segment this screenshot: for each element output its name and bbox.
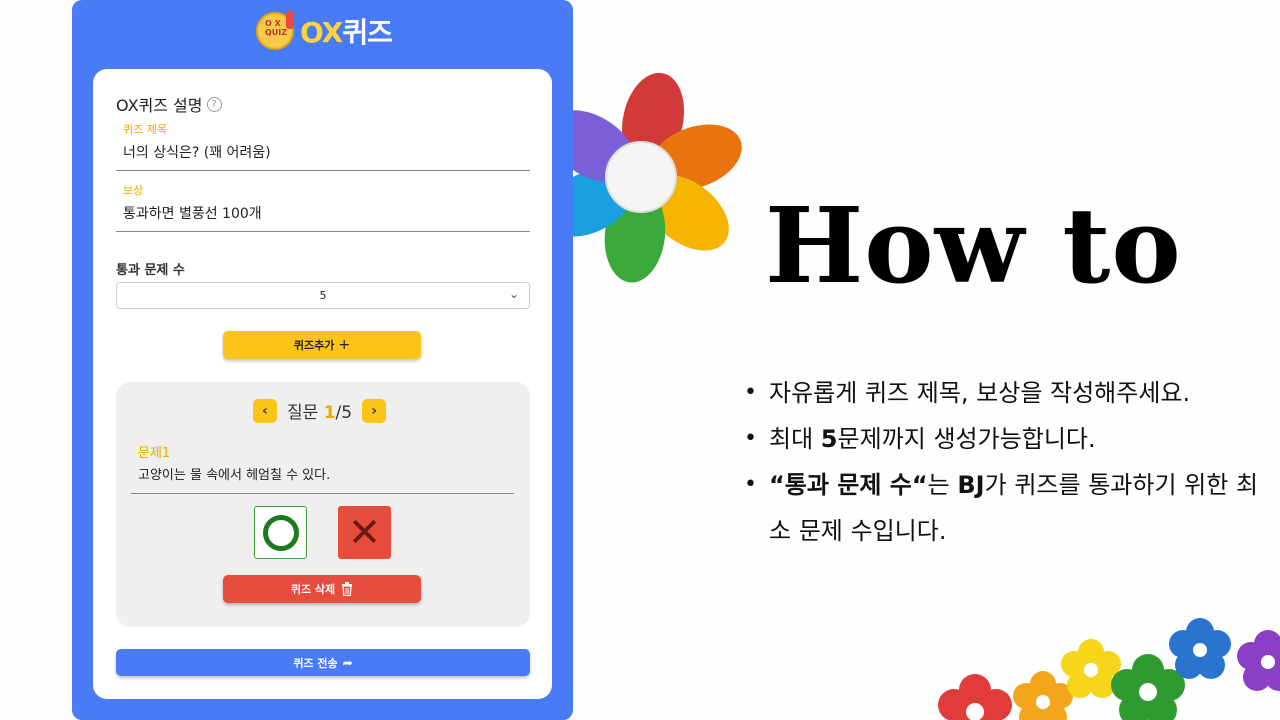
instruction-item: 자유롭게 퀴즈 제목, 보상을 작성해주세요. xyxy=(742,370,1262,416)
quiz-form-card: OX퀴즈 설명 ? 퀴즈 제목 너의 상식은? (꽤 어려움) 보상 통과하면 … xyxy=(93,69,552,699)
small-flower-green xyxy=(1111,654,1185,720)
x-mark-icon: ✕ xyxy=(347,509,382,556)
instruction-text: 문제까지 생성가능합니다. xyxy=(837,425,1096,453)
instruction-list: 자유롭게 퀴즈 제목, 보상을 작성해주세요. 최대 5문제까지 생성가능합니다… xyxy=(742,370,1262,554)
quiz-title-label: 퀴즈 제목 xyxy=(123,123,167,136)
chevron-right-icon[interactable]: › xyxy=(362,398,387,423)
quiz-badge-icon: O X QUIZ xyxy=(256,11,294,50)
question-counter: 질문 1/5 xyxy=(287,403,353,423)
app-title: OX퀴즈 xyxy=(300,16,393,49)
page-heading: How to xyxy=(765,184,1182,307)
chevron-down-icon: ⌄ xyxy=(508,287,519,301)
instruction-text: 는 xyxy=(927,471,958,499)
quiz-title-field[interactable]: 퀴즈 제목 너의 상식은? (꽤 어려움) xyxy=(116,121,530,171)
question-navigator: ‹ 질문 1/5 › xyxy=(253,398,387,423)
app-logo: O X QUIZ OX퀴즈 xyxy=(256,10,393,52)
app-panel: O X QUIZ OX퀴즈 OX퀴즈 설명 ? 퀴즈 제목 너의 상식은? (꽤… xyxy=(72,0,573,720)
answer-x-button[interactable]: ✕ xyxy=(338,506,391,559)
delete-quiz-button[interactable]: 퀴즈 삭제 xyxy=(223,575,421,603)
question-editor: ‹ 질문 1/5 › 문제1 고양이는 물 속에서 헤엄칠 수 있다. ✕ 퀴즈… xyxy=(116,382,530,627)
instruction-text: “통과 문제 수“ xyxy=(769,471,928,499)
small-flower-yellow xyxy=(1061,639,1121,698)
instruction-text: 5 xyxy=(820,425,838,453)
instruction-text: 최대 xyxy=(769,425,821,453)
question-field[interactable]: 문제1 고양이는 물 속에서 헤엄칠 수 있다. xyxy=(131,442,514,494)
quiz-title-input[interactable]: 너의 상식은? (꽤 어려움) xyxy=(123,142,530,162)
pass-count-label: 통과 문제 수 xyxy=(116,263,185,278)
small-flower-orange xyxy=(1013,671,1073,720)
small-flower-purple xyxy=(1237,630,1280,691)
small-flower-red xyxy=(938,674,1012,720)
instruction-text: BJ xyxy=(957,471,985,499)
question-input[interactable]: 고양이는 물 속에서 헤엄칠 수 있다. xyxy=(138,464,514,483)
pass-count-value: 5 xyxy=(319,289,327,302)
small-flower-blue xyxy=(1169,618,1231,679)
add-quiz-button[interactable]: 퀴즈추가 + xyxy=(223,331,421,359)
reward-field[interactable]: 보상 통과하면 별풍선 100개 xyxy=(116,182,530,232)
pass-count-select[interactable]: 5 ⌄ xyxy=(116,282,530,309)
reward-label: 보상 xyxy=(123,184,144,197)
answer-o-button[interactable] xyxy=(254,506,307,559)
plus-icon: + xyxy=(338,337,351,353)
slide: O X QUIZ OX퀴즈 OX퀴즈 설명 ? 퀴즈 제목 너의 상식은? (꽤… xyxy=(0,0,1280,720)
chevron-left-icon[interactable]: ‹ xyxy=(253,398,277,423)
share-arrow-icon: ➦ xyxy=(342,655,353,670)
instruction-text: 자유롭게 퀴즈 제목, 보상을 작성해주세요. xyxy=(769,379,1191,407)
instruction-item: 최대 5문제까지 생성가능합니다. xyxy=(742,416,1262,462)
reward-input[interactable]: 통과하면 별풍선 100개 xyxy=(123,203,530,223)
o-mark-icon xyxy=(262,514,299,551)
trash-icon xyxy=(342,582,353,596)
section-title: OX퀴즈 설명 ? xyxy=(116,92,222,116)
question-label: 문제1 xyxy=(138,446,171,461)
help-icon[interactable]: ? xyxy=(206,96,222,112)
send-quiz-button[interactable]: 퀴즈 전송 ➦ xyxy=(116,649,530,676)
instruction-item: “통과 문제 수“는 BJ가 퀴즈를 통과하기 위한 최소 문제 수입니다. xyxy=(742,462,1262,554)
